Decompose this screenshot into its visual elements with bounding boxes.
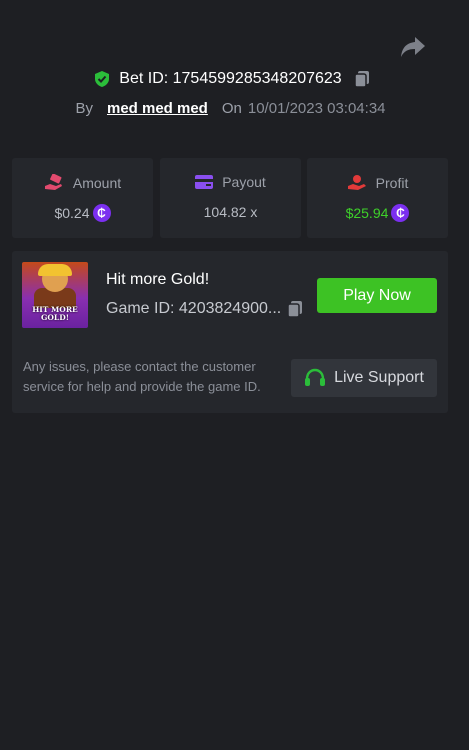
copy-icon[interactable] xyxy=(353,70,370,88)
live-support-label: Live Support xyxy=(334,369,424,386)
coin-icon: ₵ xyxy=(391,204,410,222)
by-label: By xyxy=(75,99,93,117)
support-help-text: Any issues, please contact the customer … xyxy=(23,359,261,394)
game-thumbnail[interactable]: HIT MORE GOLD! xyxy=(22,262,88,328)
game-id: Game ID: 4203824900... xyxy=(106,300,282,317)
share-icon[interactable] xyxy=(400,36,426,58)
card-icon xyxy=(195,175,214,189)
bet-author-row: By med med med On 10/01/2023 03:04:34 xyxy=(0,96,469,120)
profit-label: Profit xyxy=(375,175,409,191)
play-now-button[interactable]: Play Now xyxy=(317,278,437,313)
bet-id: Bet ID: 1754599285348207623 xyxy=(119,70,342,87)
money-hand-icon xyxy=(44,174,62,190)
bet-id-row: Bet ID: 1754599285348207623 xyxy=(0,66,469,92)
payout-card: Payout 104.82 x xyxy=(160,158,301,238)
coin-icon: ₵ xyxy=(92,204,111,222)
payout-value: 104.82 x xyxy=(203,204,258,220)
shield-check-icon xyxy=(95,71,110,87)
bet-date: 10/01/2023 03:04:34 xyxy=(247,99,386,117)
game-title: Hit more Gold! xyxy=(106,271,210,288)
game-id-row: Game ID: 4203824900... xyxy=(106,300,303,318)
amount-card: Amount $0.24 ₵ xyxy=(12,158,153,238)
on-label: On xyxy=(221,99,242,117)
game-thumbnail-logo: HIT MORE GOLD! xyxy=(32,305,78,322)
profit-value: $25.94 xyxy=(345,205,389,221)
copy-icon[interactable] xyxy=(287,300,303,318)
headset-icon xyxy=(305,368,326,386)
username-link[interactable]: med med med xyxy=(107,100,208,117)
game-card: HIT MORE GOLD! Hit more Gold! Game ID: 4… xyxy=(12,251,448,413)
profit-hand-icon xyxy=(347,175,366,190)
live-support-button[interactable]: Live Support xyxy=(291,359,437,397)
amount-label: Amount xyxy=(72,175,122,191)
payout-label: Payout xyxy=(222,174,266,190)
profit-card: Profit $25.94 ₵ xyxy=(307,158,448,238)
amount-value: $0.24 xyxy=(54,205,90,221)
